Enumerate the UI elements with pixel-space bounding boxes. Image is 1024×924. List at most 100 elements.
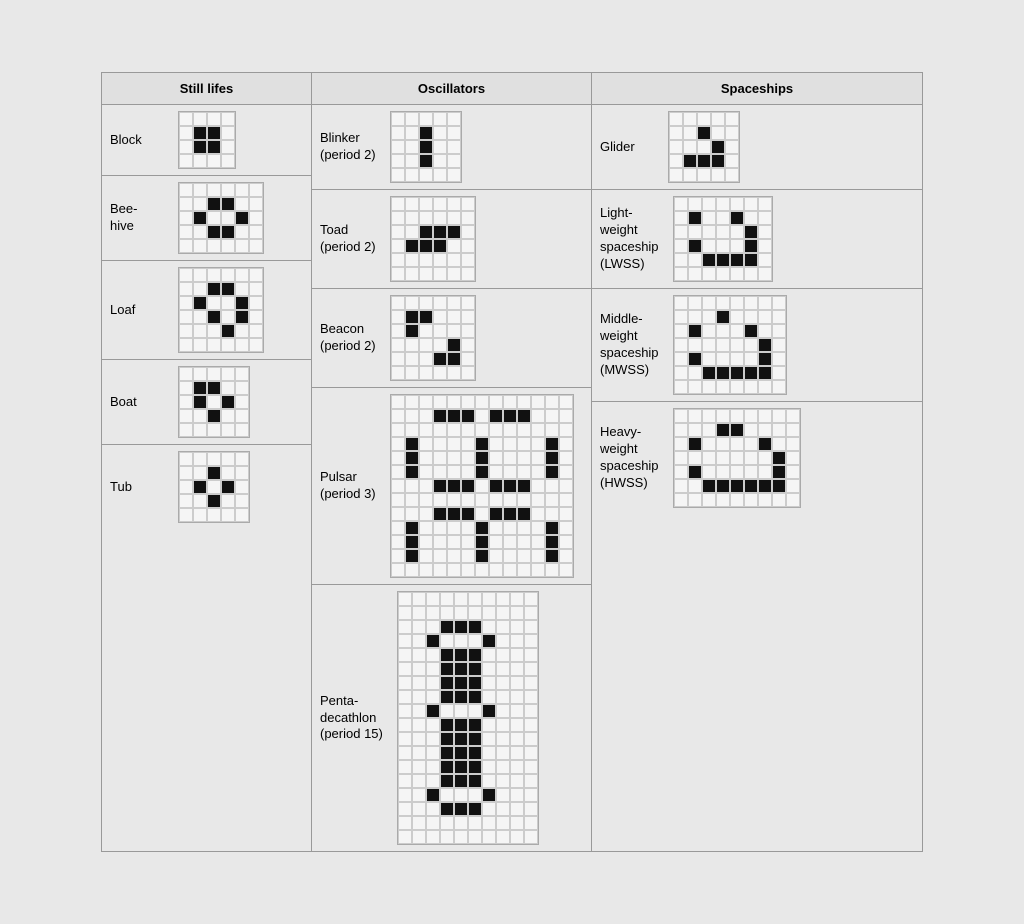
- grid-cell: [454, 676, 468, 690]
- grid-cell: [447, 395, 461, 409]
- grid-cell: [405, 423, 419, 437]
- grid-cell: [496, 606, 510, 620]
- grid-cell: [221, 324, 235, 338]
- grid-cell: [193, 310, 207, 324]
- grid-cell: [730, 409, 744, 423]
- grid-cell: [730, 493, 744, 507]
- grid-cell: [559, 423, 573, 437]
- grid-cell: [454, 746, 468, 760]
- grid-cell: [454, 760, 468, 774]
- grid-cell: [405, 324, 419, 338]
- grid-cell: [207, 239, 221, 253]
- grid-cell: [433, 310, 447, 324]
- grid-cell: [249, 268, 263, 282]
- grid-cell: [179, 183, 193, 197]
- grid-cell: [433, 465, 447, 479]
- grid-cell: [391, 267, 405, 281]
- grid-cell: [744, 366, 758, 380]
- grid-cell: [772, 479, 786, 493]
- grid-cell: [405, 563, 419, 577]
- grid-cell: [426, 746, 440, 760]
- grid-cell: [221, 395, 235, 409]
- grid-cell: [447, 451, 461, 465]
- grid-cell: [412, 690, 426, 704]
- grid-cell: [419, 563, 433, 577]
- grid-cell: [249, 310, 263, 324]
- grid-cell: [419, 296, 433, 310]
- grid-cell: [398, 606, 412, 620]
- pattern-grid-pulsar: [384, 388, 580, 584]
- grid-cell: [772, 310, 786, 324]
- grid-cell: [716, 423, 730, 437]
- pattern-row-boat: Boat: [102, 360, 311, 445]
- grid-cell: [461, 310, 475, 324]
- grid-cell: [716, 352, 730, 366]
- pattern-grid-lwss: [667, 190, 779, 288]
- grid-cell: [454, 718, 468, 732]
- grid-cell: [391, 324, 405, 338]
- grid-cell: [517, 409, 531, 423]
- still-lifes-header: Still lifes: [102, 73, 311, 105]
- grid-cell: [207, 225, 221, 239]
- grid-cell: [249, 338, 263, 352]
- grid-cell: [235, 381, 249, 395]
- grid-cell: [716, 310, 730, 324]
- grid-cell: [179, 381, 193, 395]
- pattern-row-tub: Tub: [102, 445, 311, 529]
- grid-cell: [207, 211, 221, 225]
- grid-cell: [468, 830, 482, 844]
- grid-cell: [249, 197, 263, 211]
- grid-cell: [391, 535, 405, 549]
- grid-cell: [207, 126, 221, 140]
- grid-cell: [688, 310, 702, 324]
- grid-cell: [193, 381, 207, 395]
- grid-cell: [475, 451, 489, 465]
- grid-cell: [405, 225, 419, 239]
- grid-cell: [193, 140, 207, 154]
- grid-cell: [221, 310, 235, 324]
- grid-cell: [433, 239, 447, 253]
- grid-cell: [207, 310, 221, 324]
- grid-cell: [426, 788, 440, 802]
- oscillators-header: Oscillators: [312, 73, 591, 105]
- grid-cell: [716, 253, 730, 267]
- grid-cell: [688, 211, 702, 225]
- grid-cell: [468, 634, 482, 648]
- grid-cell: [545, 437, 559, 451]
- grid-cell: [674, 465, 688, 479]
- grid-cell: [482, 830, 496, 844]
- grid-cell: [683, 154, 697, 168]
- grid-cell: [207, 112, 221, 126]
- grid-cell: [193, 296, 207, 310]
- grid-cell: [405, 549, 419, 563]
- grid-cell: [461, 549, 475, 563]
- grid-cell: [433, 324, 447, 338]
- grid-cell: [475, 395, 489, 409]
- grid-cell: [468, 676, 482, 690]
- grid-cell: [391, 112, 405, 126]
- grid-cell: [503, 395, 517, 409]
- grid-cell: [207, 367, 221, 381]
- grid-cell: [193, 197, 207, 211]
- grid-cell: [482, 816, 496, 830]
- grid-cell: [419, 112, 433, 126]
- grid-cell: [669, 140, 683, 154]
- grid-cell: [744, 451, 758, 465]
- grid-cell: [426, 718, 440, 732]
- grid-cell: [412, 760, 426, 774]
- grid-cell: [510, 648, 524, 662]
- grid-cell: [482, 648, 496, 662]
- grid-cell: [426, 830, 440, 844]
- grid-cell: [475, 563, 489, 577]
- grid-cell: [221, 239, 235, 253]
- grid-cell: [674, 479, 688, 493]
- grid-cell: [475, 465, 489, 479]
- grid-cell: [235, 310, 249, 324]
- grid-cell: [461, 465, 475, 479]
- grid-cell: [772, 338, 786, 352]
- grid-cell: [489, 521, 503, 535]
- grid-cell: [405, 310, 419, 324]
- grid-cell: [744, 211, 758, 225]
- grid-cell: [433, 225, 447, 239]
- grid-cell: [447, 154, 461, 168]
